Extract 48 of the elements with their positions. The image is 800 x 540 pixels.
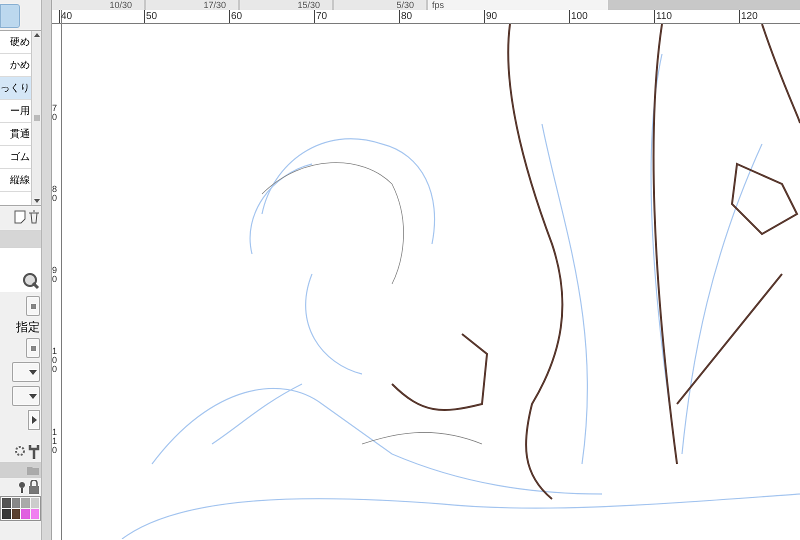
toggle-button[interactable] [26,338,40,358]
ruler-label: 50 [144,10,158,23]
document-tab[interactable]: 15/30 [240,0,332,10]
color-swatch[interactable] [12,509,20,519]
ruler-label: 120 [739,10,758,23]
scrollbar[interactable] [31,31,41,205]
dropdown[interactable] [12,386,40,406]
right-arrow-icon [32,416,36,424]
ruler-label: 100 [569,10,588,23]
lock-icon[interactable] [28,480,40,494]
scroll-down-icon[interactable] [32,197,40,205]
pin-icon[interactable] [18,481,26,493]
brush-item[interactable]: っくり [0,77,31,100]
frame-rate-dropdown[interactable]: fps [428,0,608,10]
panel-header [0,230,41,248]
ruler-label: 110 [52,428,58,455]
color-swatch[interactable] [21,509,30,519]
gear-icon[interactable] [14,444,26,458]
ruler-label: 110 [654,10,672,23]
stepper-button[interactable] [28,410,40,430]
ruler-label: 60 [229,10,242,23]
trash-icon[interactable] [28,210,40,224]
ruler-label: 80 [52,185,58,203]
color-swatch[interactable] [2,498,10,508]
document-tab[interactable]: 17/30 [146,0,238,10]
ruler-label: 100 [52,347,58,374]
document-tab[interactable]: 5/30 [334,0,426,10]
ruler-label: 70 [314,10,328,23]
color-swatch[interactable] [12,498,20,508]
ruler-label: 70 [52,104,58,122]
property-label: 指定 [16,320,40,334]
wrench-icon[interactable] [28,444,40,460]
new-page-icon[interactable] [14,210,26,224]
document-tab[interactable]: 10/30 [52,0,144,10]
dropdown[interactable] [12,362,40,382]
caret-icon [29,370,37,374]
color-swatch[interactable] [2,509,10,519]
scroll-up-icon[interactable] [32,31,40,39]
ruler-label: 80 [399,10,412,23]
grip-icon [34,115,40,121]
ruler-label: 90 [484,10,498,23]
toggle-button[interactable] [26,296,40,316]
caret-icon [29,394,37,398]
color-swatch[interactable] [21,498,30,508]
tool-settings-icon[interactable] [22,272,40,290]
ruler-label: 90 [52,266,58,284]
color-swatch[interactable] [30,498,39,508]
color-swatch[interactable] [30,509,39,519]
